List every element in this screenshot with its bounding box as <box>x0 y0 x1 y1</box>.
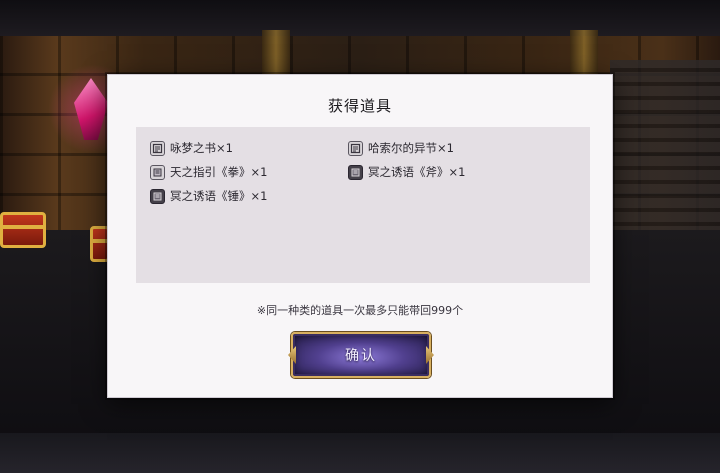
item-label: 天之指引《拳》×1 <box>170 165 268 179</box>
item-list-panel: 咏梦之书×1 哈索尔的异节×1 天之指引《拳》×1 冥之诱语《斧》×1 冥之诱语… <box>136 127 590 283</box>
confirm-label: 确认 <box>345 348 377 364</box>
bottom-frame <box>0 433 720 473</box>
item-label: 哈索尔的异节×1 <box>368 141 454 155</box>
list-item[interactable]: 冥之诱语《斧》×1 <box>348 163 465 181</box>
confirm-button[interactable]: 确认 <box>291 332 431 378</box>
item-label: 冥之诱语《锤》×1 <box>170 189 268 203</box>
top-frame <box>0 0 720 36</box>
list-item[interactable]: 冥之诱语《锤》×1 <box>150 187 267 205</box>
list-item[interactable]: 咏梦之书×1 <box>150 139 233 157</box>
scroll-icon <box>150 164 165 180</box>
scroll-icon <box>348 164 363 180</box>
dialog-title: 获得道具 <box>327 97 392 115</box>
list-item[interactable]: 天之指引《拳》×1 <box>150 163 267 181</box>
item-label: 咏梦之书×1 <box>170 141 233 155</box>
list-item[interactable]: 哈索尔的异节×1 <box>348 139 454 157</box>
item-label: 冥之诱语《斧》×1 <box>368 165 466 179</box>
item-acquired-dialog: 获得道具 咏梦之书×1 哈索尔的异节×1 天之指引《拳》×1 冥之诱语《斧》×1 <box>107 74 613 398</box>
book-icon <box>348 140 363 156</box>
book-icon <box>150 140 165 156</box>
scroll-icon <box>150 188 165 204</box>
limit-notice: ※同一种类的道具一次最多只能带回999个 <box>256 304 464 317</box>
treasure-chest <box>0 212 46 248</box>
